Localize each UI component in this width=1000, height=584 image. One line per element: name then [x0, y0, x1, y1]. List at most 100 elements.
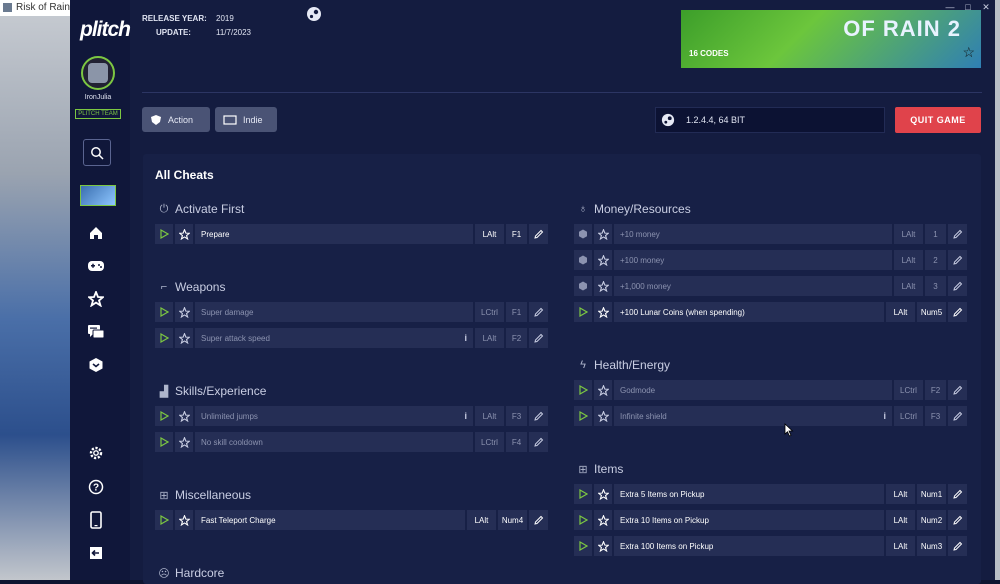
star-icon	[597, 306, 609, 318]
play-icon	[159, 437, 169, 447]
play-button[interactable]	[155, 302, 173, 322]
hotkey-modifier[interactable]: LCtrl	[475, 432, 504, 452]
hotkey-key[interactable]: Num4	[498, 510, 527, 530]
input-button[interactable]	[574, 224, 592, 244]
info-icon[interactable]: i	[464, 411, 467, 421]
hotkey-modifier[interactable]: LAlt	[894, 224, 923, 244]
hotkey-modifier[interactable]: LCtrl	[894, 380, 923, 400]
favorite-button[interactable]	[594, 510, 612, 530]
hotkey-modifier[interactable]: LAlt	[894, 250, 923, 270]
hotkey-key[interactable]: 2	[925, 250, 946, 270]
favorite-button[interactable]	[175, 510, 193, 530]
hotkey-key[interactable]: 3	[925, 276, 946, 296]
hotkey-key[interactable]: F4	[506, 432, 527, 452]
input-button[interactable]	[574, 276, 592, 296]
edit-hotkey-button[interactable]	[948, 302, 967, 322]
favorite-button[interactable]	[175, 328, 193, 348]
edit-hotkey-button[interactable]	[948, 380, 967, 400]
hotkey-key[interactable]: Num3	[917, 536, 946, 556]
current-game-thumbnail[interactable]	[80, 185, 116, 206]
quit-game-button[interactable]: QUIT GAME	[895, 107, 981, 133]
hotkey-modifier[interactable]: LAlt	[475, 328, 504, 348]
favorite-button[interactable]	[594, 276, 612, 296]
favorite-button[interactable]	[594, 406, 612, 426]
edit-hotkey-button[interactable]	[529, 432, 548, 452]
play-button[interactable]	[574, 510, 592, 530]
play-button[interactable]	[574, 302, 592, 322]
sidebar-item-settings[interactable]	[86, 443, 106, 463]
hotkey-key[interactable]: Num5	[917, 302, 946, 322]
edit-hotkey-button[interactable]	[948, 250, 967, 270]
hotkey-key[interactable]: F3	[925, 406, 946, 426]
hotkey-key[interactable]: Num2	[917, 510, 946, 530]
hotkey-key[interactable]: F2	[925, 380, 946, 400]
steam-icon[interactable]	[306, 6, 322, 22]
hotkey-modifier[interactable]: LAlt	[475, 224, 504, 244]
edit-hotkey-button[interactable]	[948, 276, 967, 296]
hotkey-modifier[interactable]: LAlt	[886, 536, 915, 556]
favorite-button[interactable]	[175, 224, 193, 244]
play-button[interactable]	[155, 406, 173, 426]
play-button[interactable]	[155, 224, 173, 244]
hotkey-key[interactable]: F1	[506, 302, 527, 322]
play-button[interactable]	[574, 484, 592, 504]
sidebar-item-plitch[interactable]	[86, 355, 106, 375]
avatar[interactable]	[81, 56, 115, 90]
favorite-button[interactable]	[594, 536, 612, 556]
edit-hotkey-button[interactable]	[948, 484, 967, 504]
favorite-button[interactable]	[594, 302, 612, 322]
edit-hotkey-button[interactable]	[529, 224, 548, 244]
hotkey-key[interactable]: 1	[925, 224, 946, 244]
info-icon[interactable]: i	[883, 411, 886, 421]
play-button[interactable]	[155, 328, 173, 348]
play-button[interactable]	[155, 510, 173, 530]
sidebar-item-games[interactable]	[86, 256, 106, 276]
edit-hotkey-button[interactable]	[948, 510, 967, 530]
sidebar-item-help[interactable]: ?	[86, 477, 106, 497]
edit-hotkey-button[interactable]	[948, 224, 967, 244]
sidebar-search-button[interactable]	[83, 139, 111, 166]
sidebar-item-mobile[interactable]	[86, 510, 106, 530]
info-icon[interactable]: i	[464, 333, 467, 343]
hotkey-modifier[interactable]: LCtrl	[894, 406, 923, 426]
edit-hotkey-button[interactable]	[529, 302, 548, 322]
hotkey-modifier[interactable]: LAlt	[467, 510, 496, 530]
favorite-star-icon[interactable]: ☆	[962, 44, 975, 61]
edit-hotkey-button[interactable]	[529, 328, 548, 348]
sidebar-item-logout[interactable]	[86, 543, 106, 563]
plitch-logo[interactable]: plitch	[80, 18, 131, 42]
hotkey-key[interactable]: F3	[506, 406, 527, 426]
favorite-button[interactable]	[594, 380, 612, 400]
hotkey-modifier[interactable]: LAlt	[886, 484, 915, 504]
game-banner[interactable]: OF RAIN 2 16 CODES ☆	[681, 10, 981, 68]
play-button[interactable]	[574, 406, 592, 426]
hotkey-key[interactable]: Num1	[917, 484, 946, 504]
favorite-button[interactable]	[175, 302, 193, 322]
edit-hotkey-button[interactable]	[529, 406, 548, 426]
favorite-button[interactable]	[175, 432, 193, 452]
sidebar-item-favorites[interactable]	[86, 289, 106, 309]
favorite-button[interactable]	[594, 484, 612, 504]
play-button[interactable]	[574, 380, 592, 400]
hotkey-key[interactable]: F2	[506, 328, 527, 348]
favorite-button[interactable]	[175, 406, 193, 426]
sidebar-item-community[interactable]	[86, 322, 106, 342]
hotkey-modifier[interactable]: LAlt	[475, 406, 504, 426]
edit-hotkey-button[interactable]	[948, 536, 967, 556]
favorite-button[interactable]	[594, 224, 612, 244]
edit-hotkey-button[interactable]	[529, 510, 548, 530]
play-button[interactable]	[574, 536, 592, 556]
edit-hotkey-button[interactable]	[948, 406, 967, 426]
input-button[interactable]	[574, 250, 592, 270]
hotkey-modifier[interactable]: LAlt	[894, 276, 923, 296]
hotkey-modifier[interactable]: LAlt	[886, 510, 915, 530]
hotkey-key[interactable]: F1	[506, 224, 527, 244]
game-version-selector[interactable]: 1.2.4.4, 64 BIT	[655, 107, 885, 133]
play-button[interactable]	[155, 432, 173, 452]
sidebar-item-home[interactable]	[86, 223, 106, 243]
favorite-button[interactable]	[594, 250, 612, 270]
tag-action[interactable]: Action	[142, 107, 210, 132]
hotkey-modifier[interactable]: LCtrl	[475, 302, 504, 322]
tag-indie[interactable]: Indie	[215, 107, 277, 132]
hotkey-modifier[interactable]: LAlt	[886, 302, 915, 322]
